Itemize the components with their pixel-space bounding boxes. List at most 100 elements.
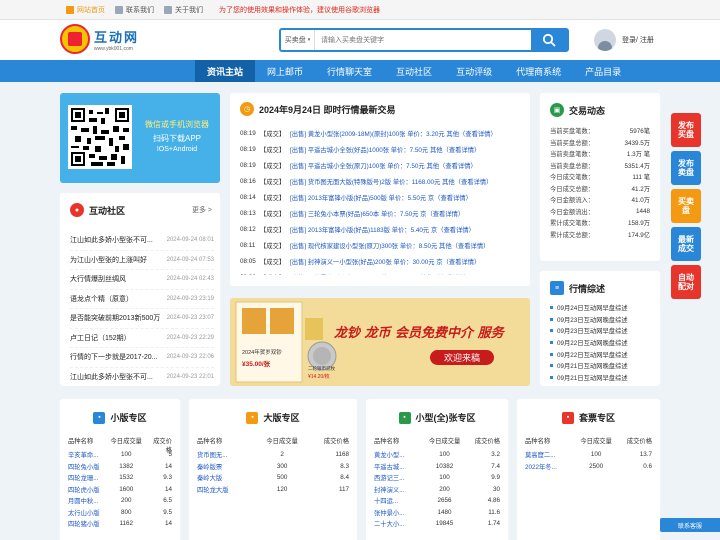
item-name[interactable]: 货币图无... [197, 450, 252, 459]
table-row[interactable]: 四轮虎小版 1600 14 [68, 484, 172, 496]
item-name[interactable]: 四轮猪小版 [68, 519, 105, 528]
item-name[interactable]: 秦岭大版 [197, 473, 252, 482]
item-name[interactable]: 2022年冬... [525, 462, 571, 471]
site-logo[interactable]: 互动网 www.ybk001.com [60, 24, 139, 54]
list-item[interactable]: 大行情爆刮丝绸风 2024-09-24 02:43 [70, 270, 214, 290]
list-item[interactable]: 是否能突破前期2013新500万... 2024-09-23 23:07 [70, 309, 214, 329]
summary-item[interactable]: 09月24日互动网早盘综述 [540, 302, 660, 314]
app-download-banner[interactable]: 微信或手机浏览器 扫码下载APP IOS+Android [60, 93, 220, 183]
summary-item[interactable]: 09月21日互动网晚盘综述 [540, 360, 660, 372]
community-post-title[interactable]: 卢工日记（152期） [70, 333, 160, 343]
promo-banner[interactable]: 龙钞 龙币 会员免费中介 服务 欢迎来稿 2024年贺岁双钞 ¥35.00/张 … [230, 298, 530, 386]
summary-item[interactable]: 09月23日互动网晚盘综述 [540, 314, 660, 326]
trade-link[interactable]: [出售] 货币图无面大版(特殊版号)2版 单价：1168.00元 其他（查看详情… [290, 177, 492, 186]
qr-line2: 扫码下载APP [152, 134, 201, 143]
zone-panel: ▪ 小版专区 品种名称 今日成交量 成交价格 辛亥革命... 100 5 四轮兔小版 1382 14… [60, 399, 180, 540]
nav-item[interactable]: 资讯主站 [195, 60, 256, 82]
item-name[interactable]: 十四运... [374, 496, 419, 505]
side-action-button[interactable]: 发布卖盘 [671, 151, 701, 185]
summary-item[interactable]: 09月22日互动网晚盘综述 [540, 337, 660, 349]
table-row[interactable]: 二十大小... 19845 1.74 [374, 518, 500, 530]
nav-item[interactable]: 互动社区 [384, 60, 444, 82]
item-name[interactable]: 月圆中秋... [68, 496, 105, 505]
item-name[interactable]: 二十大小... [374, 519, 419, 528]
trade-link[interactable]: [出售] 平遥古城小全张(原刀)100张 单价：7.50元 其他（查看详情） [290, 161, 477, 170]
table-row[interactable]: 秦岭大版 500 8.4 [197, 472, 349, 484]
item-name[interactable]: 四轮龙大版 [197, 485, 252, 494]
list-item[interactable]: 行情的下一步就是2017-20... 2024-09-23 22:06 [70, 348, 214, 368]
trade-link[interactable]: [出售] 三轮兔小本票(好品)650本 单价：7.50元 京（查看详情） [290, 209, 464, 218]
trade-link[interactable]: [出售] 张仲景小型张(好品)500张 单价：6.50元 其他（查看详情） [290, 273, 471, 276]
item-name[interactable]: 四轮龙珊... [68, 473, 105, 482]
table-row[interactable]: 太行山小版 800 9.5 [68, 507, 172, 519]
trade-link[interactable]: [出售] 2013年富锋小版(好品)1183版 单价：5.40元 京（查看详情） [290, 225, 475, 234]
item-name[interactable]: 辛亥革命... [68, 450, 105, 459]
community-post-title[interactable]: 江山如此多娇小型张不可... [70, 235, 160, 245]
list-item[interactable]: 江山如此多娇小型张不可... 2024-09-23 22:01 [70, 368, 214, 387]
item-name[interactable]: 四轮兔小版 [68, 462, 105, 471]
item-name[interactable]: 封神演义... [374, 485, 419, 494]
table-row[interactable]: 四轮龙大版 120 117 [197, 484, 349, 496]
home-link[interactable]: 网站首页 [66, 5, 105, 15]
community-post-title[interactable]: 为江山小型张的上涨叫好 [70, 255, 160, 265]
side-action-button[interactable]: 自动配对 [671, 265, 701, 299]
table-row[interactable]: 四轮兔小版 1382 14 [68, 461, 172, 473]
table-row[interactable]: 西游记三... 100 9.9 [374, 472, 500, 484]
about-link[interactable]: 关于我们 [164, 5, 203, 15]
nav-item[interactable]: 互动评级 [444, 60, 504, 82]
item-name[interactable]: 黄龙小型... [374, 450, 419, 459]
table-row[interactable]: 黄龙小型... 100 3.2 [374, 449, 500, 461]
table-row[interactable]: 秦岭版票 300 8.3 [197, 461, 349, 473]
summary-item[interactable]: 09月22日互动网早盘综述 [540, 348, 660, 360]
avatar[interactable] [594, 29, 616, 51]
list-item[interactable]: 为江山小型张的上涨叫好 2024-09-24 07:53 [70, 251, 214, 270]
search-input[interactable] [315, 30, 531, 50]
table-row[interactable]: 十四运... 2656 4.86 [374, 495, 500, 507]
list-item[interactable]: 卢工日记（152期） 2024-09-23 22:29 [70, 329, 214, 348]
community-post-title[interactable]: 江山如此多娇小型张不可... [70, 372, 160, 382]
table-row[interactable]: 平遥古城... 10382 7.4 [374, 461, 500, 473]
item-name[interactable]: 秦岭版票 [197, 462, 252, 471]
side-action-button[interactable]: 最新成交 [671, 227, 701, 261]
trade-link[interactable]: [出售] 2013年富锋小版(好品)500版 单价：5.50元 京（查看详情） [290, 193, 472, 202]
table-row[interactable]: 四轮猪小版 1162 14 [68, 518, 172, 530]
table-row[interactable]: 货币图无... 2 1168 [197, 449, 349, 461]
nav-item[interactable]: 行情聊天室 [315, 60, 384, 82]
contact-link[interactable]: 联系我们 [115, 5, 154, 15]
community-post-title[interactable]: 行情的下一步就是2017-20... [70, 352, 160, 362]
side-action-button[interactable]: 买卖盘 [671, 189, 701, 223]
item-name[interactable]: 四轮虎小版 [68, 485, 105, 494]
nav-item[interactable]: 代理商系统 [504, 60, 573, 82]
table-row[interactable]: 辛亥革命... 100 5 [68, 449, 172, 461]
table-row[interactable]: 2022年冬... 2500 0.6 [525, 461, 652, 473]
summary-item[interactable]: 09月23日互动网早盘综述 [540, 325, 660, 337]
community-post-title[interactable]: 大行情爆刮丝绸风 [70, 274, 160, 284]
community-post-title[interactable]: 是否能突破前期2013新500万... [70, 313, 160, 323]
item-name[interactable]: 莫高窟二... [525, 450, 571, 459]
side-action-button[interactable]: 发布买盘 [671, 113, 701, 147]
table-row[interactable]: 月圆中秋... 200 6.5 [68, 495, 172, 507]
login-register-link[interactable]: 登录/ 注册 [622, 35, 654, 45]
trade-link[interactable]: [出售] 现代核家建设小型张(原刀)300张 单价：8.50元 其他（查看详情） [290, 241, 489, 250]
table-row[interactable]: 莫高窟二... 100 13.7 [525, 449, 652, 461]
search-button[interactable] [531, 30, 567, 50]
item-name[interactable]: 张仲景小... [374, 508, 419, 517]
nav-item[interactable]: 网上邮币 [255, 60, 315, 82]
trade-link[interactable]: [出售] 封神演义一小型张(好品)200张 单价：30.00元 京（查看详情） [290, 257, 480, 266]
nav-item[interactable]: 产品目录 [573, 60, 633, 82]
item-name[interactable]: 平遥古城... [374, 462, 419, 471]
table-row[interactable]: 张仲景小... 1480 11.6 [374, 507, 500, 519]
search-type-select[interactable]: 买卖盘 ▾ [281, 30, 315, 50]
table-row[interactable]: 四轮龙珊... 1532 9.3 [68, 472, 172, 484]
item-name[interactable]: 西游记三... [374, 473, 419, 482]
item-name[interactable]: 太行山小版 [68, 508, 105, 517]
list-item[interactable]: 江山如此多娇小型张不可... 2024-09-24 08:01 [70, 231, 214, 251]
table-row[interactable]: 封神演义... 200 30 [374, 484, 500, 496]
trade-link[interactable]: [出售] 平遥古城小全张(好品)1000张 单价：7.50元 其他（查看详情） [290, 145, 480, 154]
list-item[interactable]: 语龙点个精（原意） 2024-09-23 23:19 [70, 290, 214, 309]
trade-link[interactable]: [出售] 黄龙小型张(2009-18M)(原封)100张 单价：3.20元 其他… [290, 129, 497, 138]
summary-item[interactable]: 09月21日互动网早盘综述 [540, 372, 660, 384]
community-more-link[interactable]: 更多 > [192, 205, 212, 215]
community-post-title[interactable]: 语龙点个精（原意） [70, 294, 160, 304]
contact-service-button[interactable]: 联系客服 [660, 518, 720, 532]
